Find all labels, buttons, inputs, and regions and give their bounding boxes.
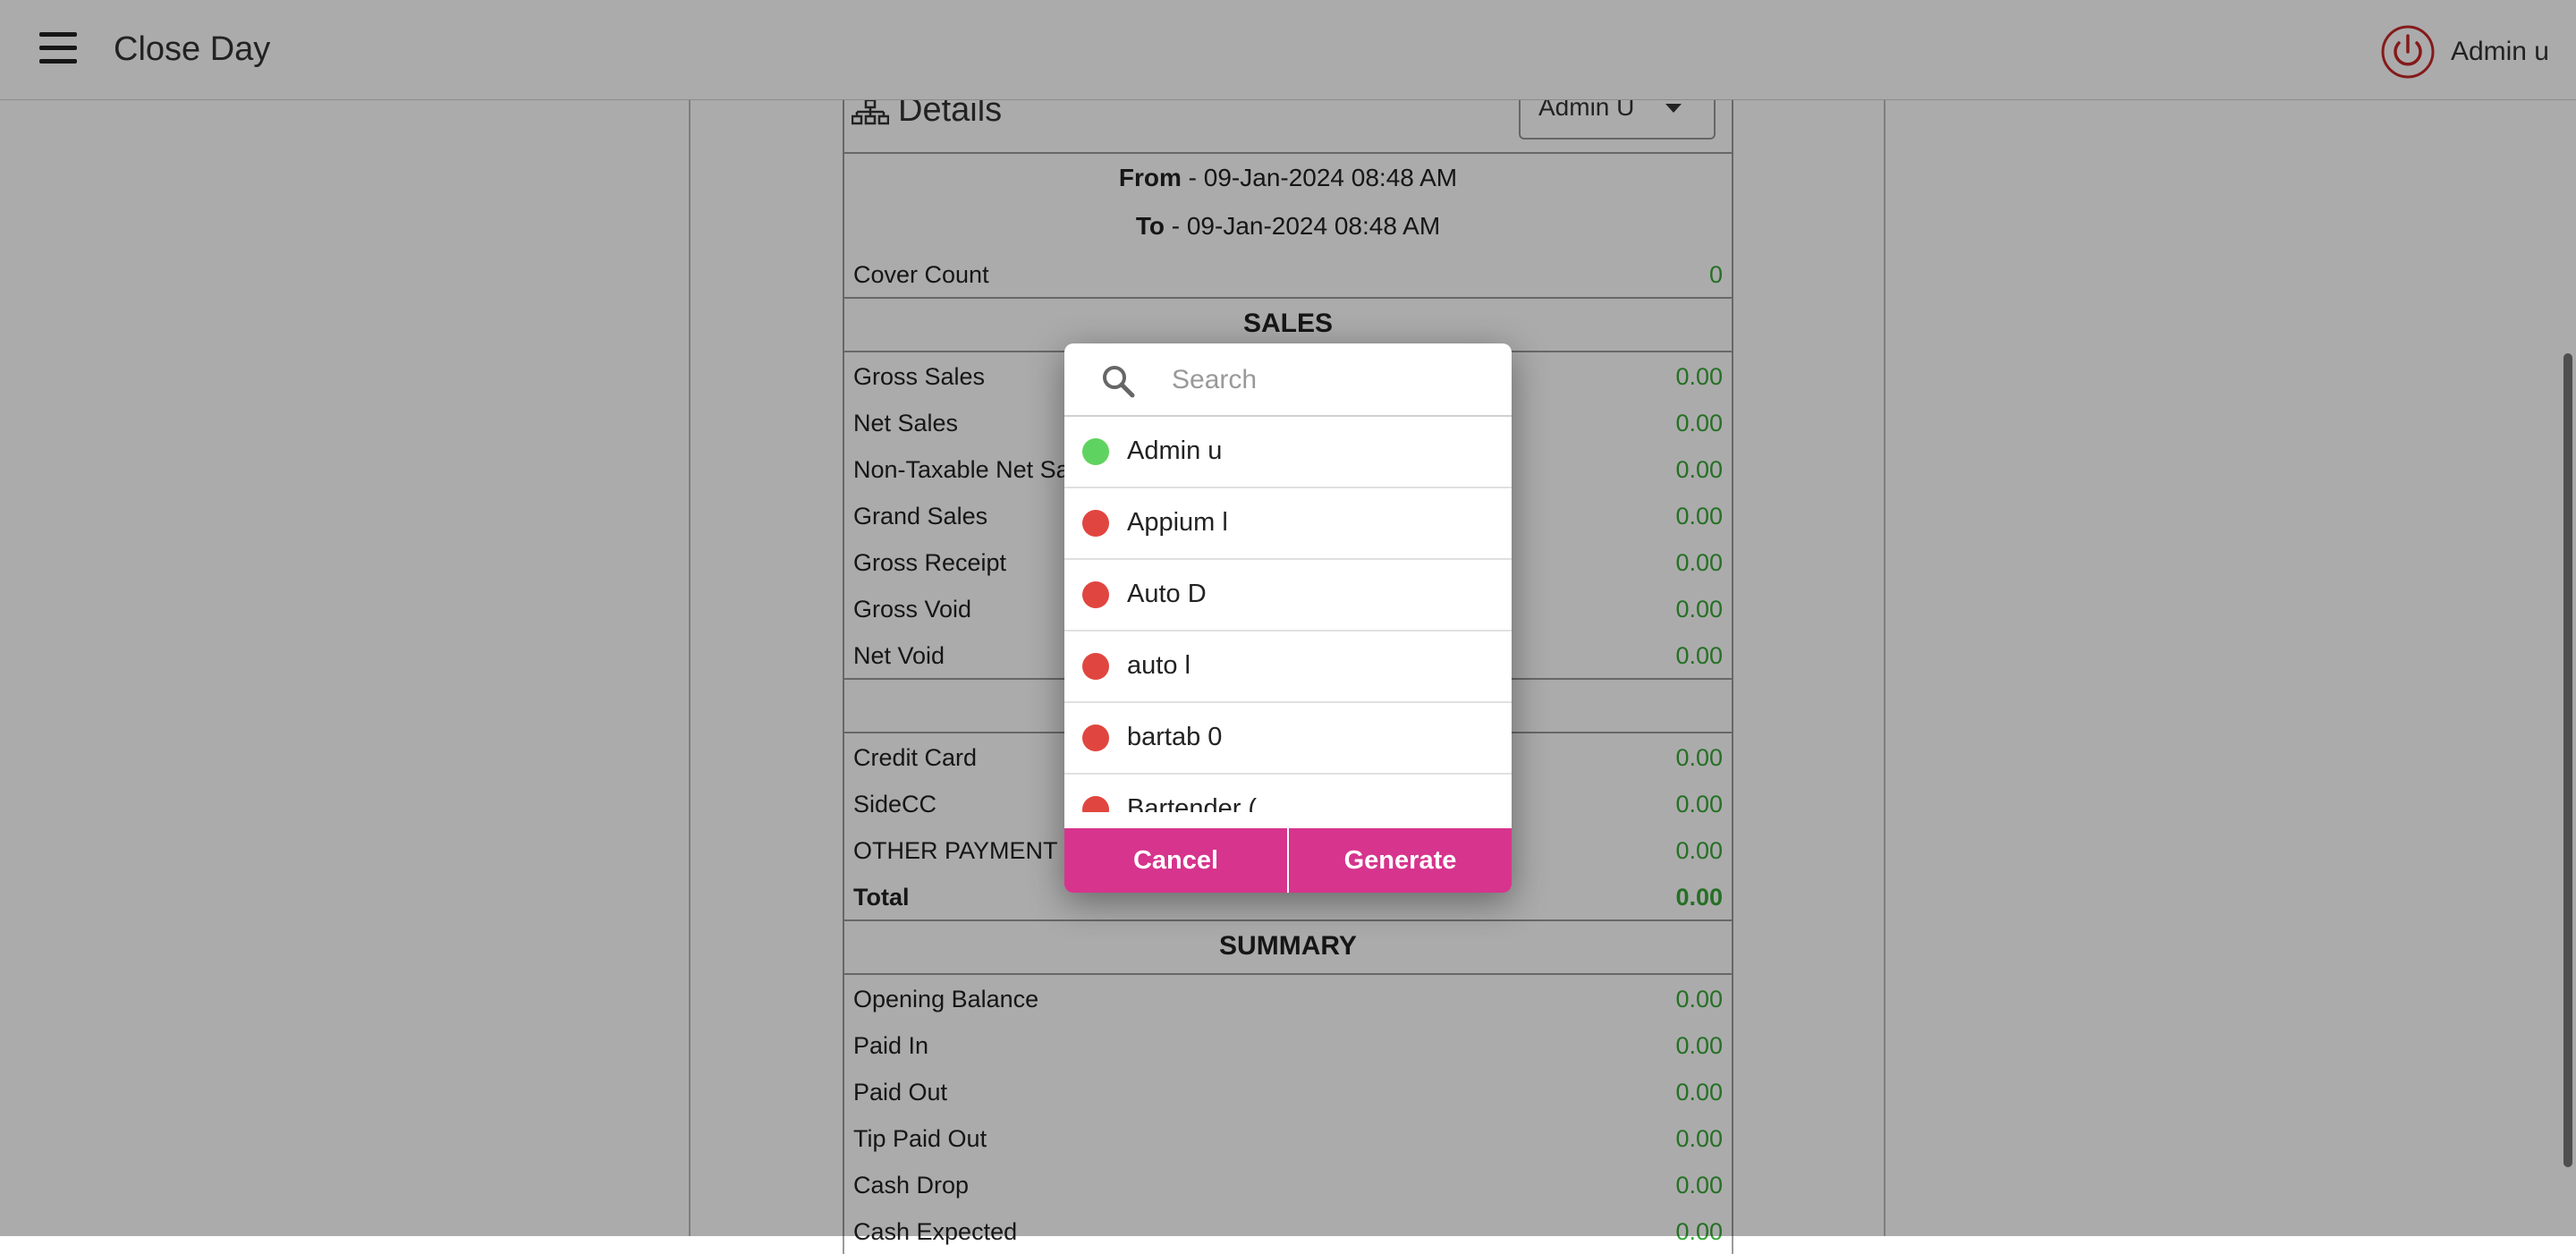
list-item[interactable]: Admin u	[1064, 417, 1512, 488]
employee-list[interactable]: Admin u Appium l Auto D auto l bartab 0 …	[1064, 417, 1512, 812]
search-input[interactable]	[1170, 356, 1487, 404]
list-item[interactable]: Auto D	[1064, 560, 1512, 631]
search-icon	[1103, 366, 1135, 398]
employee-picker-modal: Admin u Appium l Auto D auto l bartab 0 …	[1064, 343, 1512, 893]
list-item[interactable]: Bartender (	[1064, 775, 1512, 812]
status-offline-icon	[1082, 510, 1109, 537]
status-offline-icon	[1082, 581, 1109, 608]
status-online-icon	[1082, 438, 1109, 465]
generate-button[interactable]: Generate	[1289, 828, 1512, 893]
status-offline-icon	[1082, 724, 1109, 751]
status-offline-icon	[1082, 653, 1109, 680]
status-offline-icon	[1082, 796, 1109, 812]
search-bar	[1064, 343, 1512, 417]
cancel-button[interactable]: Cancel	[1064, 828, 1287, 893]
list-item[interactable]: auto l	[1064, 631, 1512, 703]
list-item[interactable]: Appium l	[1064, 488, 1512, 560]
modal-actions: Cancel Generate	[1064, 828, 1512, 893]
list-item[interactable]: bartab 0	[1064, 703, 1512, 775]
